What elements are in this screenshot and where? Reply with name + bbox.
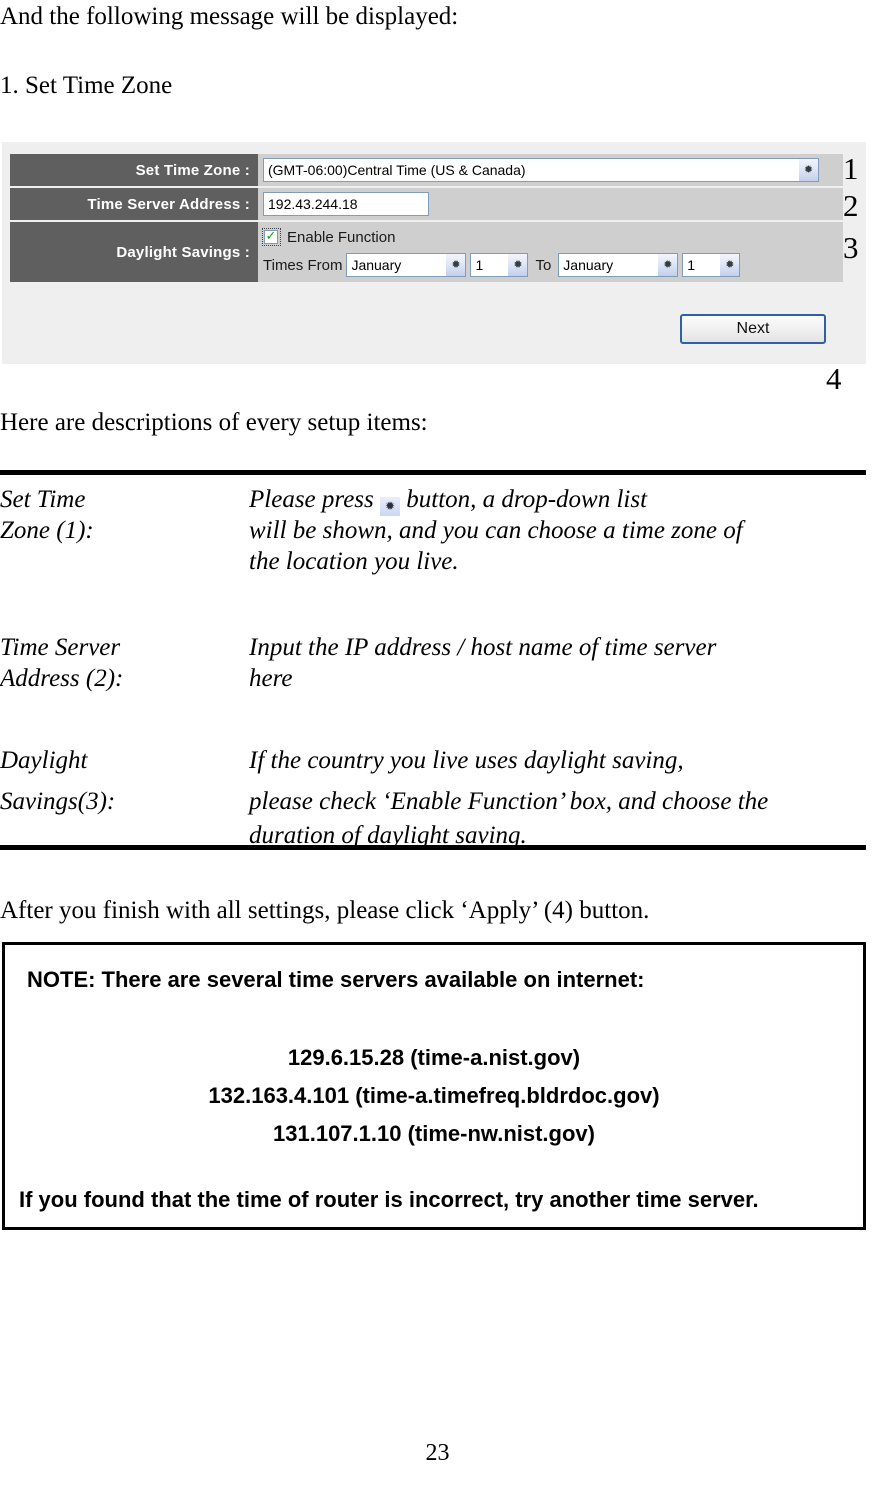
desc-def-set-time-zone-line2: will be shown, and you can choose a time…	[249, 517, 743, 544]
label-daylight-savings: Daylight Savings :	[10, 222, 258, 284]
enable-function-checkbox[interactable]: ✓	[264, 230, 278, 244]
callout-number-1: 1	[843, 151, 859, 186]
desc-table-bottom-rule	[0, 845, 866, 850]
enable-function-checkbox-focus-ring: ✓	[262, 228, 281, 246]
table-row-daylight-savings: Daylight Savings : ✓ Enable Function Tim…	[10, 222, 843, 284]
field-daylight-savings: ✓ Enable Function Times From January ✹ 1…	[258, 222, 843, 284]
chevron-down-icon: ✹	[380, 497, 400, 516]
dst-from-day-select[interactable]: 1 ✹	[470, 253, 529, 277]
intro-line-1: And the following message will be displa…	[0, 3, 459, 30]
callout-number-4: 4	[826, 361, 842, 396]
time-server-address-input[interactable]: 192.43.244.18	[263, 192, 429, 216]
next-button[interactable]: Next	[680, 314, 826, 344]
desc-term-time-server-line2: Address (2):	[0, 665, 124, 692]
chevron-down-icon[interactable]: ✹	[657, 254, 678, 276]
field-set-time-zone: (GMT-06:00)Central Time (US & Canada) ✹	[258, 154, 843, 188]
dst-to-day-select[interactable]: 1 ✹	[682, 253, 741, 277]
section-heading-set-time-zone: 1. Set Time Zone	[0, 72, 173, 99]
timezone-selected-value: (GMT-06:00)Central Time (US & Canada)	[268, 162, 526, 178]
enable-function-label: Enable Function	[287, 228, 396, 246]
desc-def-set-time-zone-line3: the location you live.	[249, 548, 459, 575]
dst-to-label: To	[535, 256, 552, 274]
daylight-savings-range-row: Times From January ✹ 1 ✹ To January ✹ 1 …	[263, 250, 843, 280]
desc-table-top-rule	[0, 470, 866, 475]
table-row-set-time-zone: Set Time Zone : (GMT-06:00)Central Time …	[10, 154, 843, 188]
enable-function-row: ✓ Enable Function	[262, 224, 843, 250]
desc-term-daylight-savings-line1: Daylight	[0, 747, 88, 774]
config-table: Set Time Zone : (GMT-06:00)Central Time …	[10, 154, 843, 284]
timezone-select[interactable]: (GMT-06:00)Central Time (US & Canada) ✹	[263, 158, 819, 182]
page-number: 23	[425, 1440, 450, 1466]
chevron-down-icon[interactable]: ✹	[719, 254, 740, 276]
desc-def-set-time-zone-line1: Please press ✹ button, a drop-down list	[249, 484, 647, 516]
note-footer: If you found that the time of router is …	[19, 1187, 759, 1212]
chevron-down-icon[interactable]: ✹	[445, 254, 466, 276]
dst-from-day-value: 1	[475, 257, 484, 273]
dst-to-day-value: 1	[687, 257, 696, 273]
descriptions-intro: Here are descriptions of every setup ite…	[0, 409, 428, 436]
times-from-label: Times From	[263, 256, 343, 274]
chevron-down-icon[interactable]: ✹	[798, 159, 818, 181]
desc-def-daylight-savings-line1: If the country you live uses daylight sa…	[249, 747, 684, 774]
desc-term-daylight-savings-line2: Savings(3):	[0, 788, 116, 815]
desc-term-time-server-line1: Time Server	[0, 634, 121, 661]
dst-to-month-value: January	[563, 257, 614, 273]
note-box: NOTE: There are several time servers ava…	[2, 942, 866, 1230]
note-server-1: 129.6.15.28 (time-a.nist.gov)	[287, 1045, 581, 1070]
desc-def-text-after: button, a drop-down list	[406, 486, 648, 513]
label-set-time-zone: Set Time Zone :	[10, 154, 258, 188]
label-time-server-address: Time Server Address :	[10, 188, 258, 222]
check-icon: ✓	[265, 228, 277, 244]
desc-def-daylight-savings-line2: please check ‘Enable Function’ box, and …	[249, 788, 769, 815]
dst-from-month-select[interactable]: January ✹	[346, 253, 467, 277]
desc-term-set-time-zone-line2: Zone (1):	[0, 517, 94, 544]
desc-def-text-before: Please press	[249, 486, 374, 513]
note-server-3: 131.107.1.10 (time-nw.nist.gov)	[273, 1121, 595, 1146]
router-config-panel: Set Time Zone : (GMT-06:00)Central Time …	[2, 142, 866, 364]
dst-to-month-select[interactable]: January ✹	[558, 253, 679, 277]
desc-def-time-server-line1: Input the IP address / host name of time…	[249, 634, 717, 661]
desc-def-time-server-line2: here	[249, 665, 293, 692]
dst-from-month-value: January	[351, 257, 402, 273]
chevron-down-icon[interactable]: ✹	[507, 254, 528, 276]
apply-instruction: After you finish with all settings, plea…	[0, 897, 650, 924]
field-time-server-address: 192.43.244.18	[258, 188, 843, 222]
callout-number-2: 2	[843, 188, 859, 223]
note-heading: NOTE: There are several time servers ava…	[27, 967, 645, 992]
table-row-time-server-address: Time Server Address : 192.43.244.18	[10, 188, 843, 222]
desc-term-set-time-zone-line1: Set Time	[0, 486, 86, 513]
note-server-2: 132.163.4.101 (time-a.timefreq.bldrdoc.g…	[208, 1083, 660, 1108]
callout-number-3: 3	[843, 230, 859, 265]
